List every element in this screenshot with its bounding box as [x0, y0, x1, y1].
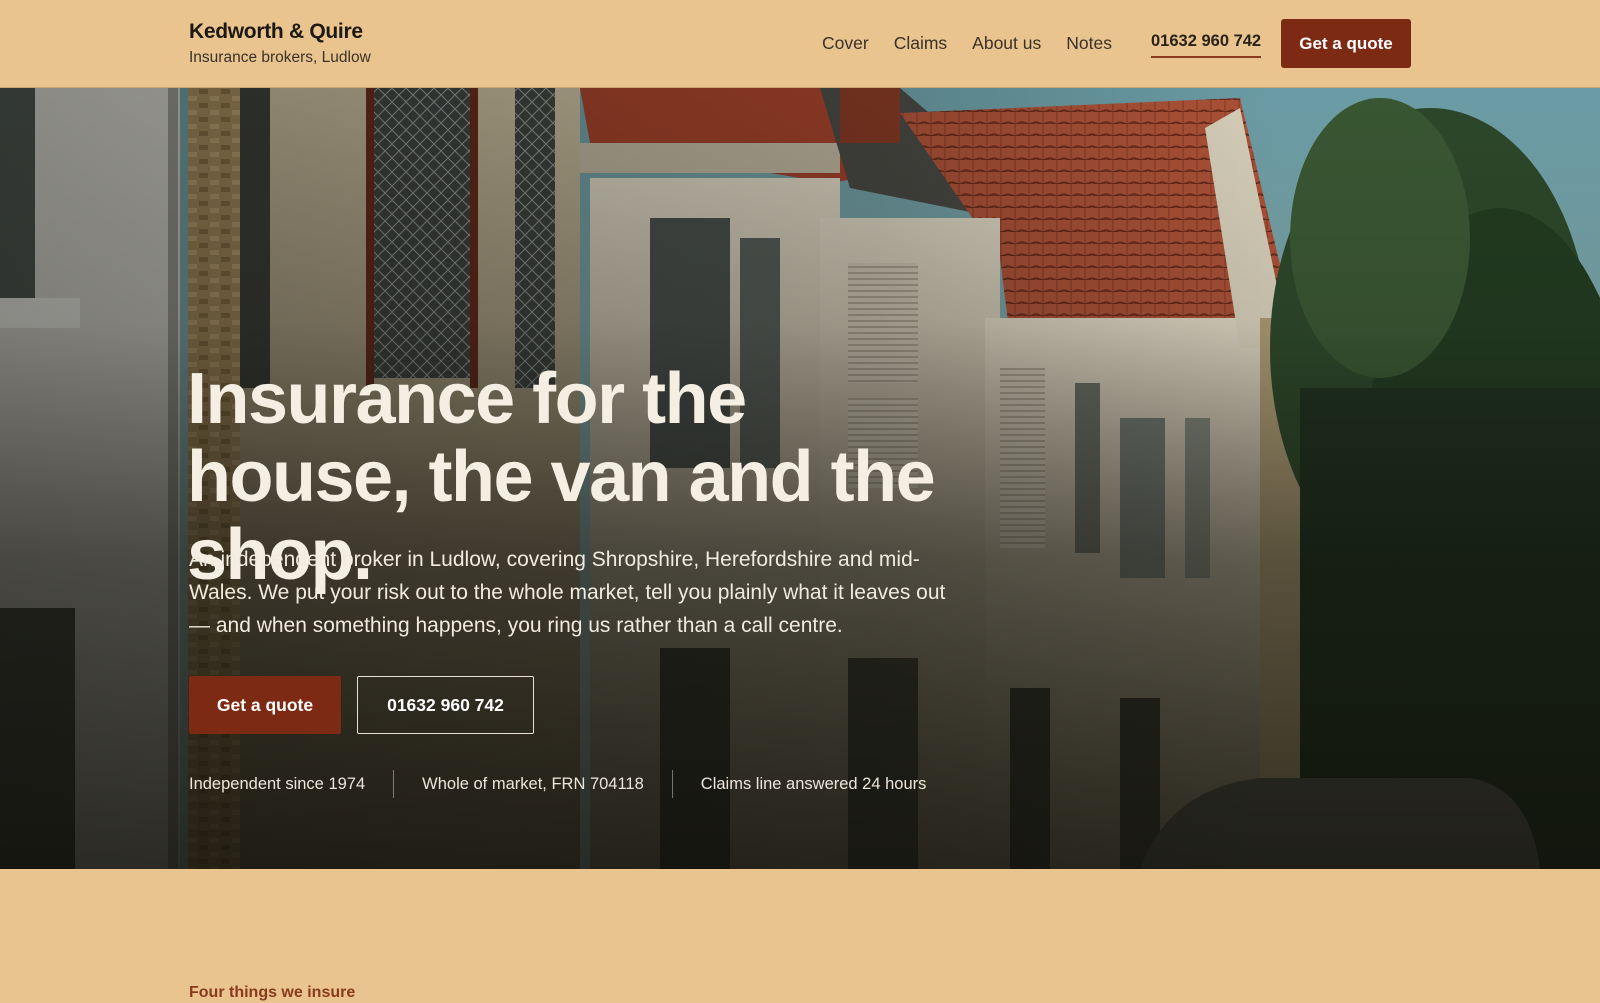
trust-divider	[393, 770, 395, 798]
trust-item-independent: Independent since 1974	[189, 775, 366, 793]
trust-divider	[671, 770, 673, 798]
header-get-quote-button[interactable]: Get a quote	[1281, 19, 1411, 68]
trust-item-claims-line: Claims line answered 24 hours	[700, 775, 927, 793]
nav-link-about-us[interactable]: About us	[972, 30, 1041, 56]
header-phone-link[interactable]: 01632 960 742	[1151, 30, 1262, 58]
main-nav: Cover Claims About us Notes	[822, 30, 1137, 56]
brand-tagline: Insurance brokers, Ludlow	[189, 49, 371, 66]
hero-phone-button[interactable]: 01632 960 742	[357, 676, 534, 734]
brand[interactable]: Kedworth & Quire Insurance brokers, Ludl…	[189, 18, 371, 68]
nav-link-claims[interactable]: Claims	[894, 30, 947, 56]
nav-link-notes[interactable]: Notes	[1066, 30, 1112, 56]
brand-name[interactable]: Kedworth & Quire	[189, 18, 371, 46]
trust-strip: Independent since 1974 Whole of market, …	[189, 770, 926, 798]
hero-subtitle: An independent broker in Ludlow, coverin…	[189, 548, 946, 637]
nav-link-cover[interactable]: Cover	[822, 30, 869, 56]
hero-get-quote-button[interactable]: Get a quote	[189, 676, 341, 734]
section-eyebrow: Four things we insure	[189, 984, 356, 1001]
hero: Insurance for the house, the van and the…	[0, 88, 1600, 869]
site-header: Kedworth & Quire Insurance brokers, Ludl…	[0, 0, 1600, 88]
trust-item-whole-of-market: Whole of market, FRN 704118	[422, 775, 644, 793]
